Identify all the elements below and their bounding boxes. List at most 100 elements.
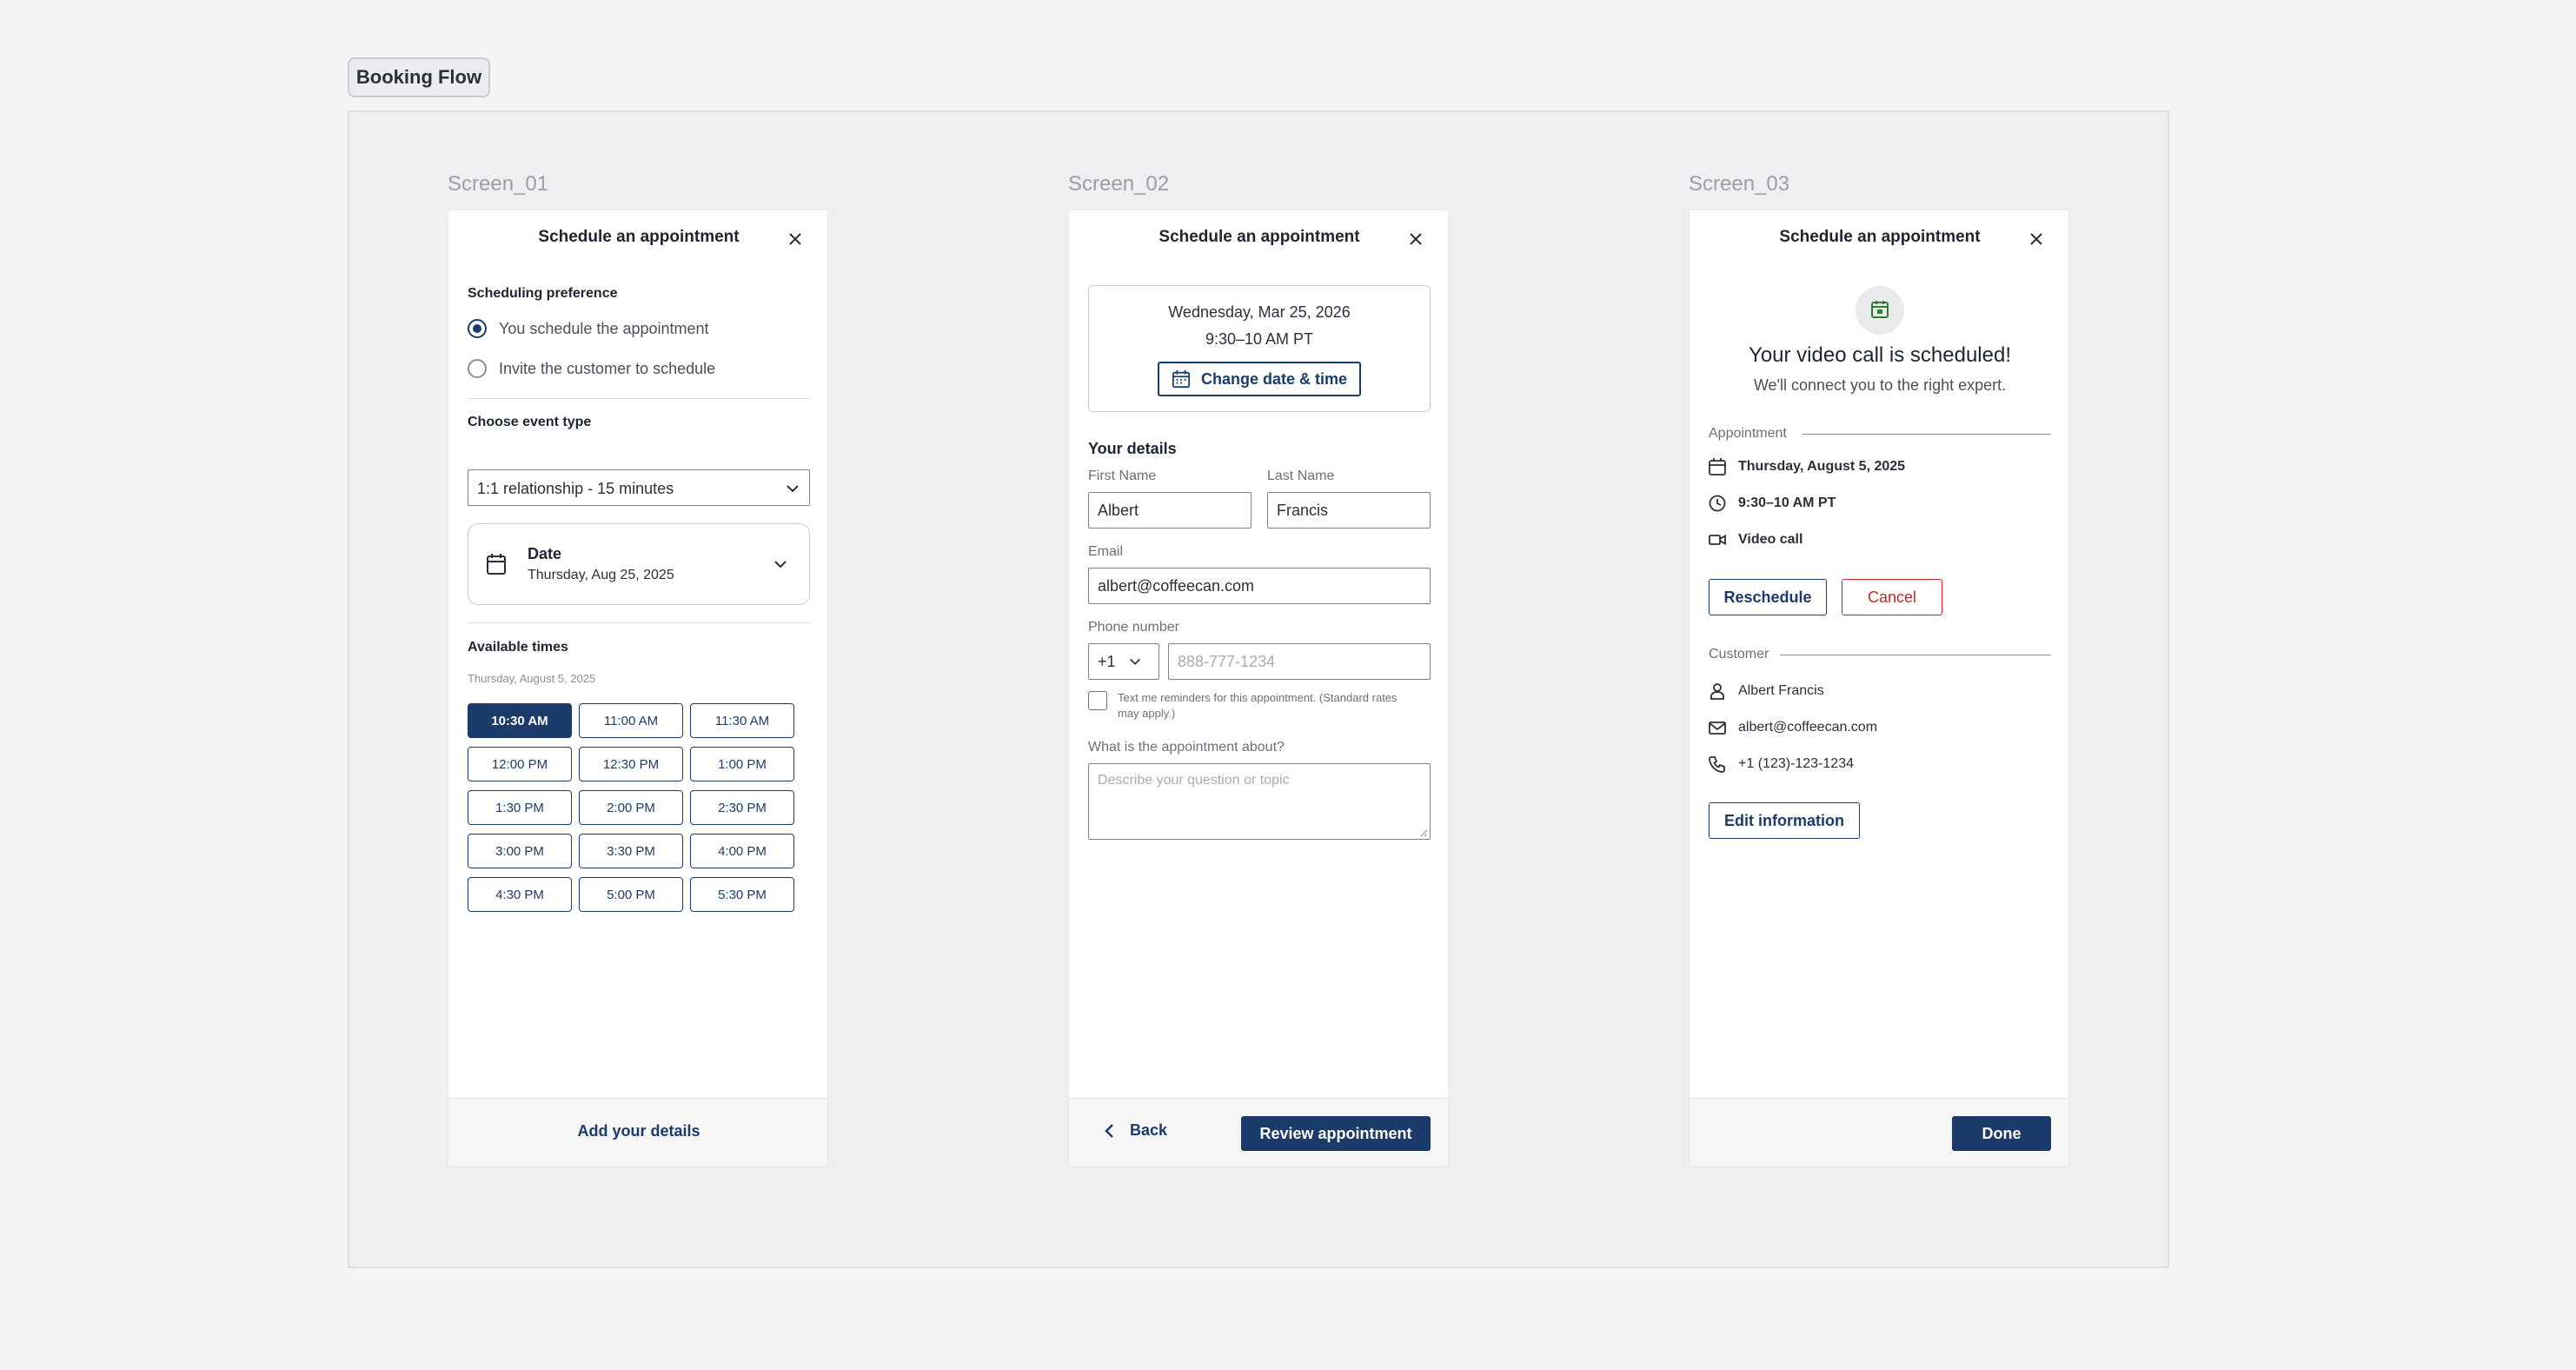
close-icon[interactable] <box>2027 229 2046 249</box>
sms-reminder-text: may apply.) <box>1118 707 1176 720</box>
change-date-time-label: Change date & time <box>1200 369 1348 388</box>
modal-title: Schedule an appointment <box>1159 228 1360 246</box>
time-slot[interactable]: 12:30 PM <box>579 747 683 781</box>
modal-title: Schedule an appointment <box>538 228 740 246</box>
email-field[interactable]: albert@coffeecan.com <box>1088 568 1431 604</box>
radio-self-schedule[interactable] <box>468 319 487 338</box>
email-label: Email <box>1088 544 1124 559</box>
customer-name: Albert Francis <box>1738 683 1824 698</box>
flow-title-tag: Booking Flow <box>348 57 490 97</box>
screen-label-1: Screen_01 <box>448 172 549 196</box>
time-slot[interactable]: 4:00 PM <box>690 834 794 868</box>
phone-icon <box>1709 756 1725 773</box>
video-camera-icon <box>1709 534 1726 546</box>
scheduling-preference-label: Scheduling preference <box>468 286 618 301</box>
radio-invite-customer-label: Invite the customer to schedule <box>499 360 716 377</box>
event-type-select[interactable]: 1:1 relationship - 15 minutes <box>468 469 810 506</box>
topic-placeholder: Describe your question or topic <box>1098 773 1290 788</box>
resize-handle-icon[interactable] <box>1419 828 1428 837</box>
phone-field[interactable]: 888-777-1234 <box>1168 643 1431 680</box>
customer-email-row: albert@coffeecan.com <box>1709 719 1877 736</box>
calendar-icon <box>487 554 506 575</box>
screen-2: Schedule an appointment Wednesday, Mar 2… <box>1068 209 1449 1167</box>
divider <box>1803 434 2051 435</box>
available-times-date: Thursday, August 5, 2025 <box>468 672 596 685</box>
chevron-left-icon <box>1105 1123 1113 1138</box>
change-date-time-button[interactable]: Change date & time <box>1158 362 1361 396</box>
appointment-date: Thursday, August 5, 2025 <box>1738 459 1906 474</box>
screen-1: Schedule an appointment Scheduling prefe… <box>448 209 828 1167</box>
time-slot[interactable]: 4:30 PM <box>468 877 572 912</box>
customer-section-label: Customer <box>1709 647 1769 662</box>
appointment-summary-card: Wednesday, Mar 25, 2026 9:30–10 AM PT Ch… <box>1088 285 1431 412</box>
time-slot[interactable]: 1:00 PM <box>690 747 794 781</box>
footer: Add your details <box>448 1098 827 1167</box>
sms-reminder-checkbox[interactable] <box>1088 691 1107 710</box>
time-slot[interactable]: 1:30 PM <box>468 790 572 825</box>
phone-label: Phone number <box>1088 620 1179 635</box>
time-slot[interactable]: 3:30 PM <box>579 834 683 868</box>
summary-date: Wednesday, Mar 25, 2026 <box>1168 303 1351 321</box>
date-value: Thursday, Aug 25, 2025 <box>528 568 674 582</box>
calendar-icon <box>1172 369 1191 389</box>
first-name-field[interactable]: Albert <box>1088 492 1251 529</box>
topic-label: What is the appointment about? <box>1088 740 1285 755</box>
time-slot[interactable]: 11:00 AM <box>579 703 683 738</box>
time-slot[interactable]: 5:00 PM <box>579 877 683 912</box>
radio-self-schedule-label: You schedule the appointment <box>499 320 709 337</box>
envelope-icon <box>1709 722 1726 735</box>
chevron-down-icon <box>787 485 799 493</box>
available-times-label: Available times <box>468 640 568 655</box>
event-type-value: 1:1 relationship - 15 minutes <box>477 480 674 497</box>
calendar-check-icon <box>1871 301 1889 318</box>
last-name-label: Last Name <box>1267 469 1335 483</box>
event-type-label: Choose event type <box>468 415 592 429</box>
screen-3: Schedule an appointment Your video call … <box>1689 209 2069 1167</box>
time-slot[interactable]: 3:00 PM <box>468 834 572 868</box>
time-slot[interactable]: 5:30 PM <box>690 877 794 912</box>
time-slot[interactable]: 10:30 AM <box>468 703 572 738</box>
customer-phone: +1 (123)-123-1234 <box>1738 756 1854 771</box>
appointment-time: 9:30–10 AM PT <box>1738 495 1836 510</box>
country-code-select[interactable]: +1 <box>1088 643 1159 680</box>
footer: Done <box>1690 1098 2068 1167</box>
cancel-button[interactable]: Cancel <box>1842 579 1942 615</box>
done-button[interactable]: Done <box>1952 1116 2051 1151</box>
calendar-icon <box>1709 458 1726 476</box>
reschedule-button[interactable]: Reschedule <box>1709 579 1827 615</box>
back-label: Back <box>1130 1121 1168 1139</box>
modal-title: Schedule an appointment <box>1779 228 1981 246</box>
appointment-type-row: Video call <box>1709 531 1803 549</box>
add-details-button[interactable]: Add your details <box>448 1122 827 1141</box>
date-label: Date <box>528 545 562 562</box>
appointment-time-row: 9:30–10 AM PT <box>1709 495 1836 512</box>
radio-invite-customer[interactable] <box>468 359 487 378</box>
sms-reminder-text: Text me reminders for this appointment. … <box>1118 691 1398 704</box>
back-button[interactable]: Back <box>1104 1121 1167 1140</box>
chevron-down-icon <box>774 561 787 569</box>
time-slot[interactable]: 2:00 PM <box>579 790 683 825</box>
edit-information-button[interactable]: Edit information <box>1709 802 1860 839</box>
clock-icon <box>1709 495 1726 512</box>
first-name-label: First Name <box>1088 469 1157 483</box>
last-name-field[interactable]: Francis <box>1267 492 1431 529</box>
appointment-type: Video call <box>1738 532 1803 547</box>
country-code-value: +1 <box>1098 652 1116 670</box>
appointment-section-label: Appointment <box>1709 426 1787 441</box>
screen-label-2: Screen_02 <box>1068 172 1170 196</box>
time-slot[interactable]: 12:00 PM <box>468 747 572 781</box>
divider <box>468 622 810 623</box>
confirmation-subline: We'll connect you to the right expert. <box>1753 376 2007 394</box>
appointment-date-row: Thursday, August 5, 2025 <box>1709 458 1905 476</box>
time-slot[interactable]: 2:30 PM <box>690 790 794 825</box>
topic-textarea[interactable]: Describe your question or topic <box>1088 763 1431 840</box>
review-appointment-button[interactable]: Review appointment <box>1241 1116 1431 1151</box>
your-details-label: Your details <box>1088 440 1177 457</box>
divider <box>468 398 810 399</box>
date-picker[interactable]: Date Thursday, Aug 25, 2025 <box>468 523 810 605</box>
close-icon[interactable] <box>786 229 805 249</box>
customer-email: albert@coffeecan.com <box>1738 720 1878 735</box>
time-slot[interactable]: 11:30 AM <box>690 703 794 738</box>
footer: Back Review appointment <box>1069 1098 1448 1167</box>
close-icon[interactable] <box>1406 229 1425 249</box>
